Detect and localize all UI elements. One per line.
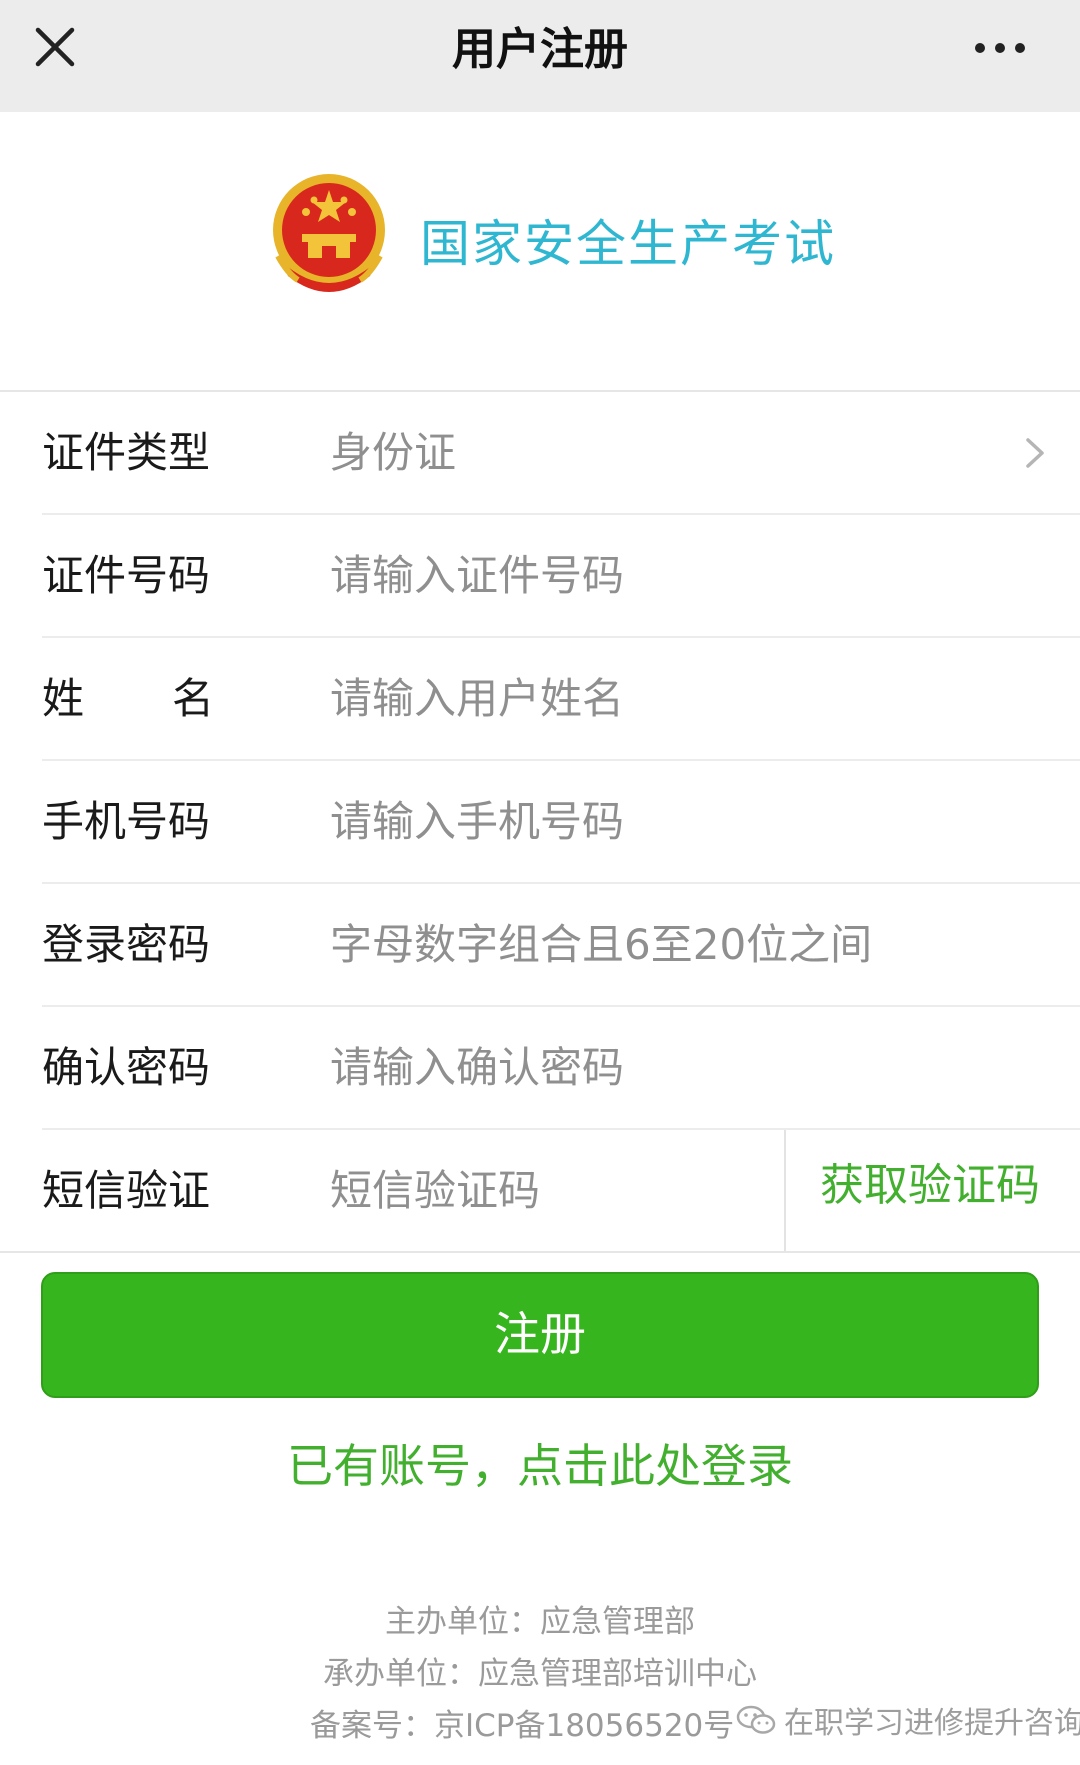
watermark-text: 在职学习进修提升咨询 bbox=[784, 1706, 1080, 1741]
phone-row: 手机号码 bbox=[42, 761, 1080, 884]
get-code-button[interactable]: 获取验证码 bbox=[820, 1130, 1040, 1251]
phone-input[interactable] bbox=[330, 791, 1030, 851]
confirm-password-label: 确认密码 bbox=[42, 1043, 211, 1092]
id-type-select[interactable]: 身份证 bbox=[330, 392, 456, 513]
id-number-label: 证件号码 bbox=[42, 551, 211, 600]
sms-divider bbox=[784, 1130, 786, 1251]
confirm-password-row: 确认密码 bbox=[42, 1007, 1080, 1130]
password-label: 登录密码 bbox=[42, 920, 211, 969]
sms-row: 短信验证 获取验证码 bbox=[42, 1130, 1080, 1251]
watermark: 在职学习进修提升咨询 bbox=[736, 1700, 1080, 1741]
id-number-input[interactable] bbox=[330, 545, 1030, 605]
footer-icp: 备案号：京ICP备18056520号 bbox=[310, 1708, 735, 1744]
chevron-right-icon bbox=[1024, 436, 1046, 470]
name-input[interactable] bbox=[330, 668, 1030, 728]
close-icon[interactable] bbox=[30, 22, 80, 72]
national-emblem-icon bbox=[268, 172, 390, 298]
id-number-row: 证件号码 bbox=[42, 515, 1080, 638]
wechat-icon bbox=[736, 1704, 776, 1736]
password-row: 登录密码 bbox=[42, 884, 1080, 1007]
confirm-password-input[interactable] bbox=[330, 1037, 1030, 1097]
sms-code-input[interactable] bbox=[330, 1160, 750, 1220]
register-button[interactable]: 注册 bbox=[41, 1272, 1039, 1398]
name-label-first: 姓 bbox=[42, 674, 85, 723]
top-bar: 用户注册 bbox=[0, 0, 1080, 112]
name-label: 姓 名 bbox=[42, 638, 214, 759]
name-label-second: 名 bbox=[171, 674, 214, 723]
registration-form: 证件类型 身份证 证件号码 姓 名 手机号码 登录密码 确认密码 短信验证 获取 bbox=[0, 390, 1080, 1253]
page-title: 用户注册 bbox=[452, 24, 628, 75]
footer-host: 主办单位：应急管理部 bbox=[385, 1604, 695, 1640]
more-dots-icon[interactable] bbox=[970, 28, 1030, 68]
login-link[interactable]: 已有账号，点击此处登录 bbox=[0, 1430, 1080, 1496]
id-type-row[interactable]: 证件类型 身份证 bbox=[42, 392, 1080, 515]
brand-header: 国家安全生产考试 bbox=[0, 112, 1080, 390]
password-input[interactable] bbox=[330, 914, 1030, 974]
footer-organizer: 承办单位：应急管理部培训中心 bbox=[323, 1656, 757, 1692]
sms-label: 短信验证 bbox=[42, 1166, 211, 1215]
phone-label: 手机号码 bbox=[42, 797, 211, 846]
name-row: 姓 名 bbox=[42, 638, 1080, 761]
brand-title: 国家安全生产考试 bbox=[420, 215, 836, 273]
id-type-label: 证件类型 bbox=[42, 428, 211, 477]
